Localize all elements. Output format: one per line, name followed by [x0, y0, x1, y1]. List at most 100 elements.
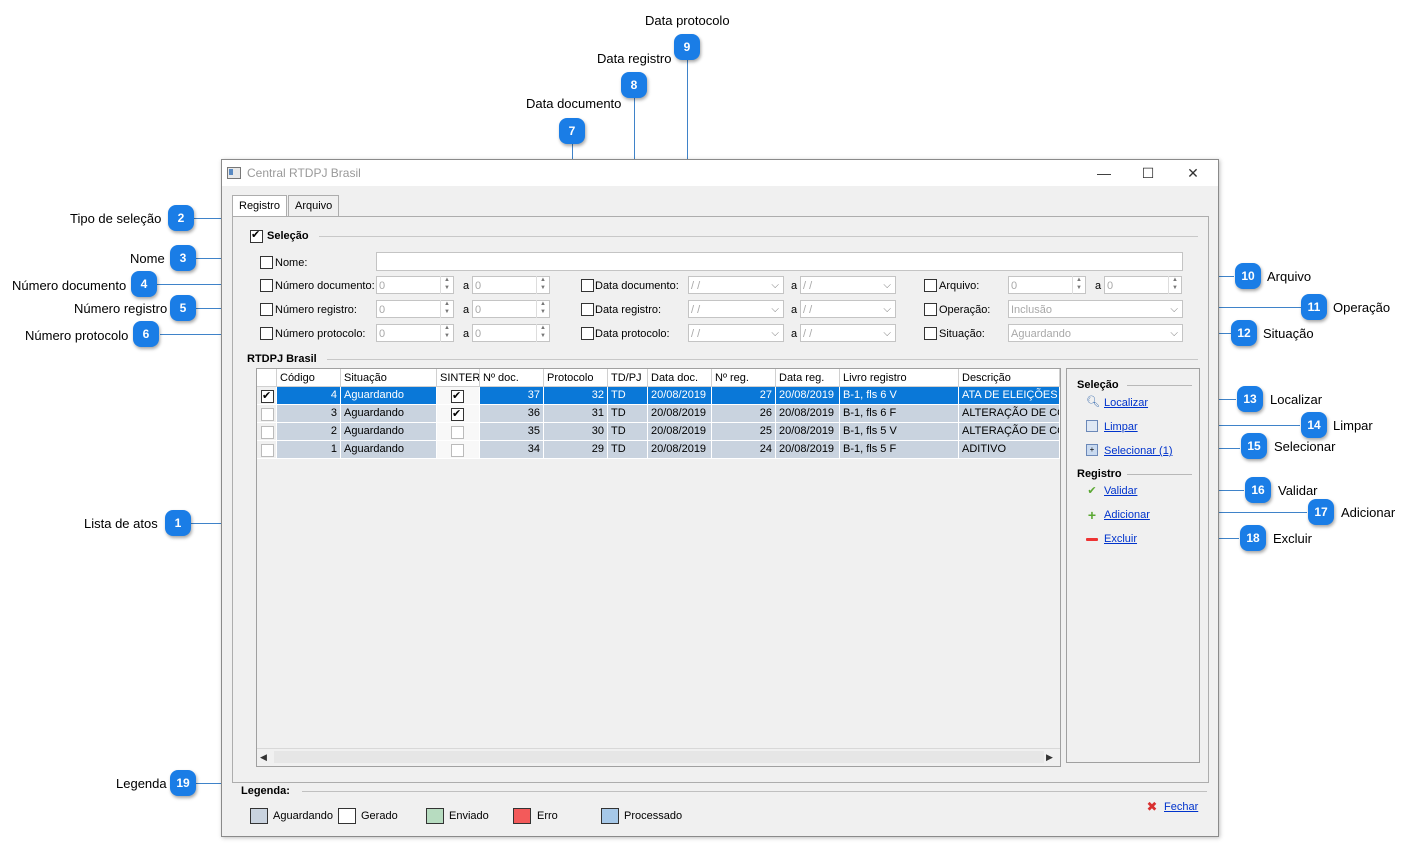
cell-sinter[interactable]	[437, 423, 480, 441]
fechar-button[interactable]: Fechar	[1164, 801, 1198, 813]
cell-sinter[interactable]	[437, 405, 480, 423]
cell-codigo[interactable]: 2	[277, 423, 341, 441]
cell-situacao[interactable]: Aguardando	[341, 441, 437, 459]
grid-header-datareg[interactable]: Data reg.	[776, 369, 840, 387]
tab-arquivo[interactable]: Arquivo	[288, 195, 340, 216]
data-registro-from[interactable]: / / ⌵	[688, 300, 784, 318]
row-checkbox[interactable]	[261, 388, 274, 404]
data-protocolo-to[interactable]: / / ⌵	[800, 324, 896, 342]
cell-nreg[interactable]: 25	[712, 423, 776, 441]
arquivo-checkbox[interactable]	[924, 279, 937, 292]
row-checkbox[interactable]	[261, 444, 274, 457]
row-select-cell[interactable]	[257, 423, 277, 441]
cell-protocolo[interactable]: 29	[544, 441, 608, 459]
grid-header-situacao[interactable]: Situação	[341, 369, 437, 387]
data-documento-from[interactable]: / / ⌵	[688, 276, 784, 294]
chevron-down-icon[interactable]: ⌵	[771, 325, 779, 343]
sinter-checkbox[interactable]	[451, 426, 464, 439]
sinter-checkbox[interactable]	[451, 388, 464, 404]
close-button[interactable]: ✕	[1183, 164, 1203, 182]
cell-descricao[interactable]: ADITIVO	[959, 441, 1060, 459]
cell-situacao[interactable]: Aguardando	[341, 387, 437, 405]
table-row[interactable]: 2 Aguardando 35 30 TD 20/08/2019 25 20/08/2019 B…	[257, 423, 1060, 441]
cell-livro[interactable]: B-1, fls 5 F	[840, 441, 959, 459]
cell-datareg[interactable]: 20/08/2019	[776, 387, 840, 405]
chevron-down-icon[interactable]: ⌵	[1170, 301, 1178, 319]
operacao-checkbox[interactable]	[924, 303, 937, 316]
grid-header-ndoc[interactable]: Nº doc.	[480, 369, 544, 387]
cell-tdpj[interactable]: TD	[608, 387, 648, 405]
data-registro-to[interactable]: / / ⌵	[800, 300, 896, 318]
grid-header-descricao[interactable]: Descrição	[959, 369, 1060, 387]
cell-tdpj[interactable]: TD	[608, 441, 648, 459]
data-registro-checkbox[interactable]	[581, 303, 594, 316]
numero-documento-to-spinner[interactable]: ▲ ▼	[536, 276, 549, 294]
cell-datareg[interactable]: 20/08/2019	[776, 405, 840, 423]
data-protocolo-checkbox[interactable]	[581, 327, 594, 340]
cell-tdpj[interactable]: TD	[608, 423, 648, 441]
cell-livro[interactable]: B-1, fls 6 V	[840, 387, 959, 405]
numero-protocolo-from-spinner[interactable]: ▲ ▼	[440, 324, 453, 342]
numero-registro-to-spinner[interactable]: ▲ ▼	[536, 300, 549, 318]
cell-livro[interactable]: B-1, fls 6 F	[840, 405, 959, 423]
excluir-button[interactable]: Excluir	[1104, 533, 1137, 545]
chevron-down-icon[interactable]: ⌵	[771, 301, 779, 319]
cell-ndoc[interactable]: 34	[480, 441, 544, 459]
data-documento-checkbox[interactable]	[581, 279, 594, 292]
grid-header-tdpj[interactable]: TD/PJ	[608, 369, 648, 387]
cell-protocolo[interactable]: 31	[544, 405, 608, 423]
horizontal-scrollbar[interactable]: ◀ ▶	[257, 748, 1060, 766]
situacao-checkbox[interactable]	[924, 327, 937, 340]
cell-protocolo[interactable]: 32	[544, 387, 608, 405]
cell-nreg[interactable]: 26	[712, 405, 776, 423]
table-row[interactable]: 3Aguardando3631TD20/08/20192620/08/2019B…	[257, 405, 1060, 423]
cell-descricao[interactable]: ATA DE ELEIÇÕES	[959, 387, 1060, 405]
scroll-thumb[interactable]	[274, 751, 1044, 763]
cell-situacao[interactable]: Aguardando	[341, 423, 437, 441]
numero-documento-from-spinner[interactable]: ▲ ▼	[440, 276, 453, 294]
selecao-checkbox[interactable]	[250, 228, 263, 243]
cell-codigo[interactable]: 3	[277, 405, 341, 423]
data-documento-to[interactable]: / / ⌵	[800, 276, 896, 294]
limpar-button[interactable]: Limpar	[1104, 421, 1138, 433]
cell-sinter[interactable]	[437, 387, 480, 405]
data-protocolo-from[interactable]: / / ⌵	[688, 324, 784, 342]
adicionar-button[interactable]: Adicionar	[1104, 509, 1150, 521]
grid-header-datadoc[interactable]: Data doc.	[648, 369, 712, 387]
numero-registro-checkbox[interactable]	[260, 303, 273, 316]
cell-datareg[interactable]: 20/08/2019	[776, 441, 840, 459]
cell-descricao[interactable]: ALTERAÇÃO DE CON	[959, 405, 1060, 423]
cell-protocolo[interactable]: 30	[544, 423, 608, 441]
row-select-cell[interactable]	[257, 405, 277, 423]
situacao-select[interactable]: Aguardando ⌵	[1008, 324, 1183, 342]
grid-header-livro[interactable]: Livro registro	[840, 369, 959, 387]
lista-de-atos-grid[interactable]: Código Situação SINTER Nº doc. Protocolo…	[256, 368, 1061, 767]
chevron-down-icon[interactable]: ⌵	[883, 325, 891, 343]
numero-protocolo-checkbox[interactable]	[260, 327, 273, 340]
operacao-select[interactable]: Inclusão ⌵	[1008, 300, 1183, 318]
row-select-cell[interactable]	[257, 387, 277, 405]
numero-protocolo-to-spinner[interactable]: ▲ ▼	[536, 324, 549, 342]
tab-registro[interactable]: Registro	[232, 195, 287, 217]
sinter-checkbox[interactable]	[451, 444, 464, 457]
numero-documento-checkbox[interactable]	[260, 279, 273, 292]
cell-datadoc[interactable]: 20/08/2019	[648, 387, 712, 405]
scroll-left-icon[interactable]: ◀	[260, 752, 267, 763]
validar-button[interactable]: Validar	[1104, 485, 1137, 497]
grid-header-protocolo[interactable]: Protocolo	[544, 369, 608, 387]
row-select-cell[interactable]	[257, 441, 277, 459]
cell-nreg[interactable]: 24	[712, 441, 776, 459]
nome-input[interactable]	[376, 252, 1183, 271]
minimize-button[interactable]: —	[1094, 164, 1114, 182]
cell-datadoc[interactable]: 20/08/2019	[648, 441, 712, 459]
cell-livro[interactable]: B-1, fls 5 V	[840, 423, 959, 441]
grid-header-codigo[interactable]: Código	[277, 369, 341, 387]
row-checkbox[interactable]	[261, 408, 274, 421]
nome-checkbox[interactable]	[260, 256, 273, 269]
scroll-right-icon[interactable]: ▶	[1046, 752, 1053, 763]
cell-ndoc[interactable]: 35	[480, 423, 544, 441]
cell-situacao[interactable]: Aguardando	[341, 405, 437, 423]
chevron-down-icon[interactable]: ⌵	[1170, 325, 1178, 343]
row-checkbox[interactable]	[261, 426, 274, 439]
table-row[interactable]: 4Aguardando3732TD20/08/20192720/08/2019B…	[257, 387, 1060, 405]
